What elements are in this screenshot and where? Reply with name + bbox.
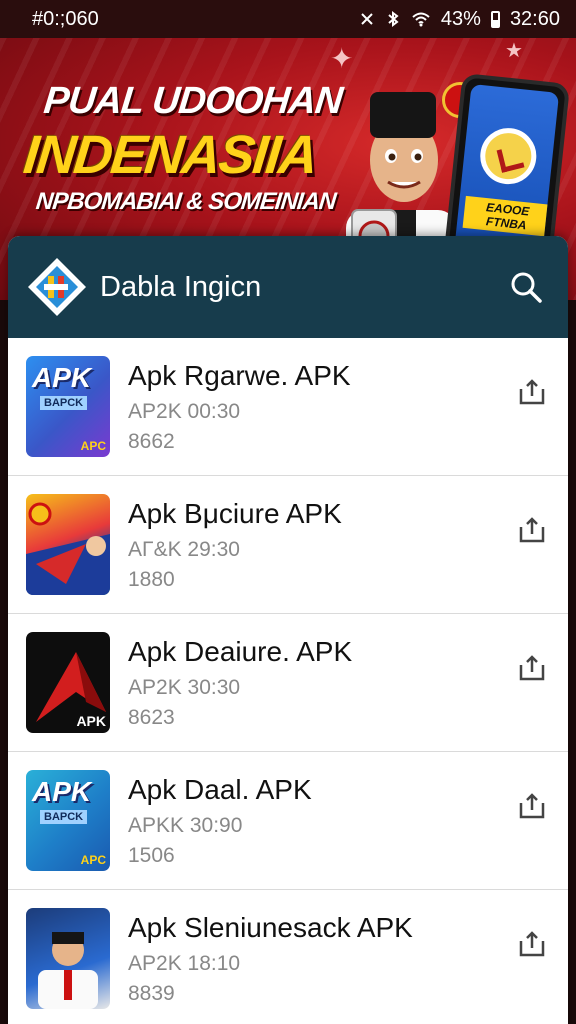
banner-headline: PUAL UDOOHAN	[41, 80, 344, 122]
share-button[interactable]	[512, 372, 552, 412]
banner-title: INDENASIIA	[20, 125, 320, 185]
item-name: Apk Deaiure. APK	[128, 635, 353, 667]
list-item[interactable]: APK Apk Deaiure. APK AP2K 30:30 8623	[8, 614, 568, 752]
thumbnail-sub: BAPCK	[40, 810, 88, 824]
item-body: Apk Bμciure APK AΓ&K 29:30 1880	[128, 498, 512, 592]
bluetooth-icon	[388, 11, 399, 27]
list-item[interactable]: Apk Bμciure APK AΓ&K 29:30 1880	[8, 476, 568, 614]
share-icon	[519, 792, 545, 818]
share-icon	[519, 378, 545, 404]
thumbnail-label: APK	[32, 776, 92, 807]
banner-subtitle: NPBOMABIAI & SOMEINIAN	[34, 188, 337, 215]
item-name: Apk Sleniunesack APK	[128, 911, 413, 943]
page-title: Dabla Ingicn	[100, 270, 262, 303]
list-item[interactable]: APK BAPCK APC Apk Rgarwe. APK AP2K 00:30…	[8, 338, 568, 476]
apk-thumbnail: APK BAPCK APC	[26, 356, 110, 457]
app-bar: Dabla Ingicn	[8, 236, 568, 338]
item-size: 8623	[128, 705, 175, 729]
status-time-left: #0:;060	[32, 7, 99, 30]
phone-badge-icon	[477, 125, 540, 187]
item-body: Apk Rgarwe. APK AP2K 00:30 8662	[128, 360, 512, 454]
item-name: Apk Bμciure APK	[128, 497, 342, 529]
item-size: 8839	[128, 981, 175, 1005]
status-icons: 43% 32:60	[359, 8, 560, 31]
item-meta: APKK 30:90	[128, 813, 243, 837]
share-button[interactable]	[512, 648, 552, 688]
status-clock: 32:60	[509, 7, 560, 30]
item-meta: AΓ&K 29:30	[128, 537, 240, 561]
nfc-icon	[361, 13, 373, 25]
apk-thumbnail: APK	[26, 632, 110, 733]
item-meta: AP2K 18:10	[128, 951, 241, 975]
wifi-icon	[412, 12, 430, 27]
battery-percent: 43%	[440, 7, 481, 30]
thumbnail-sub: BAPCK	[40, 396, 88, 410]
app-card: Dabla Ingicn APK BAPCK APC Apk Rgarwe. A…	[8, 236, 568, 1024]
thumbnail-art	[26, 502, 110, 595]
thumbnail-corner: APC	[80, 439, 106, 453]
status-bar: #0:;060 43% 32:60	[0, 0, 576, 38]
list-item[interactable]: APK BAPCK APC Apk Daal. APK APKK 30:90 1…	[8, 752, 568, 890]
apk-list: APK BAPCK APC Apk Rgarwe. APK AP2K 00:30…	[8, 338, 568, 1024]
thumbnail-art	[38, 932, 98, 1009]
item-meta: AP2K 00:30	[128, 399, 241, 423]
search-icon	[511, 272, 542, 303]
item-body: Apk Daal. APK APKK 30:90 1506	[128, 774, 512, 868]
share-icon	[519, 516, 545, 542]
share-button[interactable]	[512, 510, 552, 550]
thumbnail-corner: APK	[76, 713, 106, 729]
search-button[interactable]	[502, 263, 550, 311]
item-meta: AP2K 30:30	[128, 675, 241, 699]
share-button[interactable]	[512, 924, 552, 964]
list-item[interactable]: Apk Sleniunesack APK AP2K 18:10 8839	[8, 890, 568, 1024]
apk-thumbnail	[26, 494, 110, 595]
item-body: Apk Sleniunesack APK AP2K 18:10 8839	[128, 912, 512, 1006]
thumbnail-corner: APC	[80, 853, 106, 867]
share-icon	[519, 654, 545, 680]
apk-thumbnail: APK BAPCK APC	[26, 770, 110, 871]
phone-label: EAOOE FTNBA	[462, 195, 552, 237]
item-name: Apk Daal. APK	[128, 773, 312, 805]
thumbnail-label: APK	[32, 362, 92, 393]
share-icon	[519, 930, 545, 956]
share-button[interactable]	[512, 786, 552, 826]
item-name: Apk Rgarwe. APK	[128, 359, 351, 391]
star-icon: ★	[505, 40, 523, 62]
battery-icon	[490, 10, 500, 28]
item-size: 8662	[128, 429, 175, 453]
item-size: 1880	[128, 567, 175, 591]
item-size: 1506	[128, 843, 175, 867]
apk-thumbnail	[26, 908, 110, 1009]
app-logo-icon	[28, 258, 86, 316]
item-body: Apk Deaiure. APK AP2K 30:30 8623	[128, 636, 512, 730]
